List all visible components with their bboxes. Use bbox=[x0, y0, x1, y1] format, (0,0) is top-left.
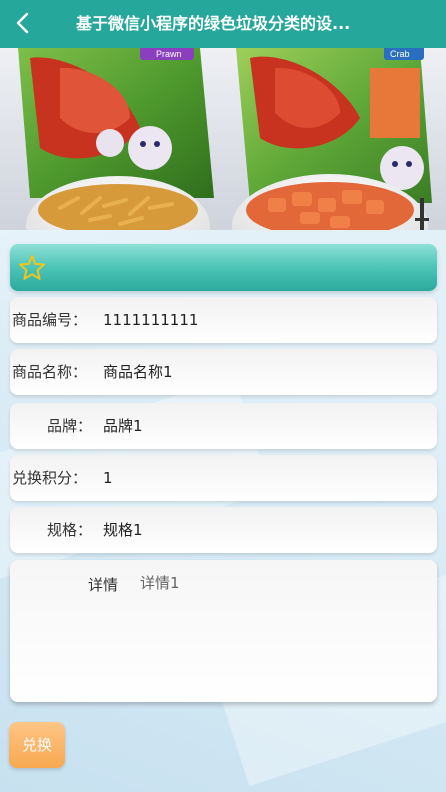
product-name-label: 商品名称： bbox=[12, 363, 88, 381]
detail-value: 详情1 bbox=[140, 574, 180, 592]
favorite-bar bbox=[10, 244, 437, 291]
product-name-row: 商品名称： 商品名称1 bbox=[10, 349, 437, 395]
points-row: 兑换积分： 1 bbox=[10, 455, 437, 501]
brand-label: 品牌： bbox=[46, 417, 92, 435]
product-image: Prawn Crab bbox=[0, 48, 446, 230]
spec-row: 规格： 规格1 bbox=[10, 507, 437, 553]
page-title: 基于微信小程序的绿色垃圾分类的设... bbox=[76, 14, 351, 33]
product-code-row: 商品编号： 1111111111 bbox=[10, 297, 437, 343]
points-label: 兑换积分： bbox=[12, 469, 88, 487]
exchange-button[interactable]: 兑换 bbox=[9, 722, 65, 768]
product-code-value: 1111111111 bbox=[103, 311, 199, 329]
brand-value: 品牌1 bbox=[103, 417, 143, 435]
points-value: 1 bbox=[103, 469, 113, 487]
navigation-bar: 基于微信小程序的绿色垃圾分类的设... bbox=[0, 0, 446, 48]
product-code-label: 商品编号： bbox=[12, 311, 88, 329]
detail-box: 详情 详情1 bbox=[10, 560, 437, 702]
spec-label: 规格： bbox=[46, 521, 92, 539]
right-bag-label: Crab bbox=[390, 49, 410, 59]
back-button[interactable] bbox=[10, 10, 34, 36]
brand-row: 品牌： 品牌1 bbox=[10, 403, 437, 449]
detail-label: 详情 bbox=[88, 576, 119, 594]
spec-value: 规格1 bbox=[103, 521, 143, 539]
left-bag-label: Prawn bbox=[156, 49, 182, 59]
star-icon[interactable] bbox=[18, 254, 46, 281]
product-name-value: 商品名称1 bbox=[103, 363, 173, 381]
chevron-left-icon bbox=[16, 12, 29, 34]
